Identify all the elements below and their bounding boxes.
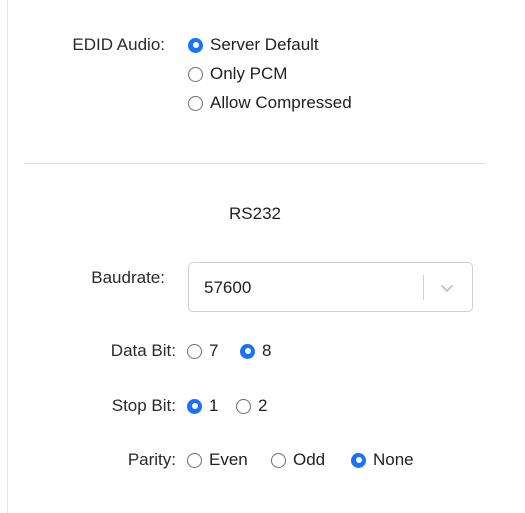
data-bit-label: Data Bit: (110, 341, 176, 360)
edid-option-only-pcm[interactable]: Only PCM (188, 64, 287, 84)
radio-icon[interactable] (236, 398, 251, 414)
edid-option-server-default[interactable]: Server Default (188, 35, 319, 55)
stop-bit-option-2[interactable]: 2 (236, 396, 267, 416)
parity-option-label: Odd (293, 450, 326, 469)
stop-bit-option-1[interactable]: 1 (187, 396, 218, 416)
parity-option-label: None (373, 450, 414, 469)
data-bit-option-label: 8 (262, 341, 272, 360)
edid-option-label: Only PCM (210, 64, 288, 83)
parity-option-odd[interactable]: Odd (271, 450, 325, 470)
rs232-section-title: RS232 (229, 204, 281, 223)
parity-label: Parity: (127, 450, 176, 469)
stop-bit-option-label: 1 (209, 396, 219, 415)
radio-icon[interactable] (271, 452, 286, 468)
radio-icon[interactable] (188, 37, 203, 53)
section-divider (24, 163, 486, 164)
chevron-down-icon[interactable] (439, 280, 455, 296)
edid-option-label: Allow Compressed (210, 93, 352, 112)
radio-icon[interactable] (187, 343, 202, 359)
parity-option-label: Even (209, 450, 248, 469)
data-bit-option-7[interactable]: 7 (187, 341, 218, 361)
panel-left-border (7, 0, 8, 513)
edid-audio-label: EDID Audio: (72, 35, 165, 54)
baudrate-value: 57600 (204, 278, 252, 297)
stop-bit-label: Stop Bit: (111, 396, 176, 415)
select-separator (423, 275, 424, 300)
baudrate-select[interactable]: 57600 (188, 262, 473, 312)
radio-icon[interactable] (188, 95, 203, 111)
radio-icon[interactable] (240, 343, 255, 359)
radio-icon[interactable] (187, 398, 202, 414)
radio-icon[interactable] (351, 452, 366, 468)
data-bit-option-label: 7 (209, 341, 219, 360)
radio-icon[interactable] (187, 452, 202, 468)
stop-bit-option-label: 2 (258, 396, 268, 415)
parity-option-even[interactable]: Even (187, 450, 248, 470)
edid-option-allow-compressed[interactable]: Allow Compressed (188, 93, 352, 113)
parity-option-none[interactable]: None (351, 450, 414, 470)
baudrate-label: Baudrate: (91, 268, 165, 287)
data-bit-option-8[interactable]: 8 (240, 341, 271, 361)
radio-icon[interactable] (188, 66, 203, 82)
edid-option-label: Server Default (210, 35, 319, 54)
